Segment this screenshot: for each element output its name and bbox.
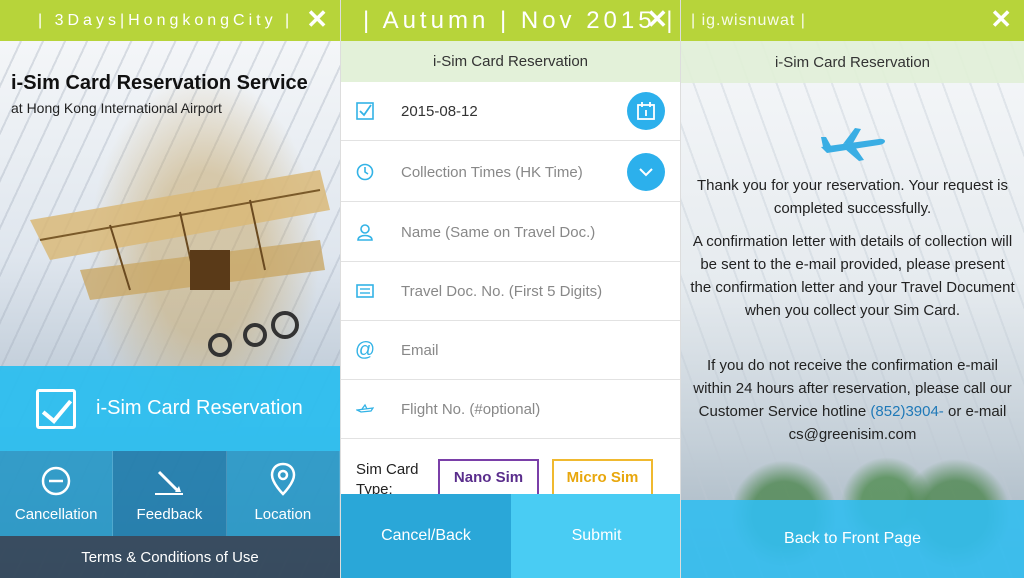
collection-dropdown-button[interactable] bbox=[627, 153, 665, 191]
pencil-icon bbox=[155, 470, 184, 495]
page-subtitle: at Hong Kong International Airport bbox=[11, 100, 222, 116]
calendar-icon bbox=[637, 102, 655, 120]
document-icon bbox=[356, 282, 374, 300]
topbar-caption: | 3Days|HongkongCity | bbox=[38, 11, 294, 29]
home-screen: | 3Days|HongkongCity | ✕ i-Sim Card Rese… bbox=[0, 0, 340, 578]
calendar-button[interactable] bbox=[627, 92, 665, 130]
name-placeholder: Name (Same on Travel Doc.) bbox=[401, 223, 596, 241]
location-button[interactable]: Location bbox=[226, 451, 340, 536]
flight-field[interactable]: Flight No. (#optional) bbox=[341, 380, 680, 439]
topbar-caption: | Autumn | Nov 2015 | bbox=[363, 6, 677, 34]
nano-sim-button[interactable]: Nano Sim bbox=[438, 459, 539, 496]
date-field[interactable]: 2015-08-12 bbox=[341, 82, 680, 141]
airplane-icon bbox=[821, 128, 885, 161]
location-label: Location bbox=[254, 506, 312, 523]
submit-button[interactable]: Submit bbox=[511, 494, 680, 578]
back-to-front-page-button[interactable]: Back to Front Page bbox=[681, 500, 1024, 578]
micro-sim-button[interactable]: Micro Sim bbox=[552, 459, 653, 496]
close-icon[interactable]: ✕ bbox=[306, 4, 328, 34]
collection-time-placeholder: Collection Times (HK Time) bbox=[401, 163, 583, 181]
hotline-link[interactable]: (852)3904- bbox=[870, 403, 943, 420]
feedback-button[interactable]: Feedback bbox=[113, 451, 227, 536]
top-bar: | ig.wisnuwat | ✕ bbox=[681, 0, 1024, 41]
chevron-down-icon bbox=[639, 168, 653, 177]
minus-circle-icon bbox=[41, 466, 71, 496]
at-sign-icon: @ bbox=[354, 338, 376, 361]
cancellation-button[interactable]: Cancellation bbox=[0, 451, 114, 536]
travel-doc-field[interactable]: Travel Doc. No. (First 5 Digits) bbox=[341, 262, 680, 321]
confirmation-screen: | ig.wisnuwat | ✕ i-Sim Card Reservation… bbox=[681, 0, 1024, 578]
checkbox-icon bbox=[36, 388, 76, 429]
page-title: i-Sim Card Reservation Service bbox=[11, 72, 308, 94]
contact-message: If you do not receive the confirmation e… bbox=[689, 354, 1016, 446]
feedback-label: Feedback bbox=[136, 506, 203, 523]
flight-placeholder: Flight No. (#optional) bbox=[401, 400, 541, 418]
top-bar: | Autumn | Nov 2015 | ✕ bbox=[341, 0, 680, 41]
terms-link[interactable]: Terms & Conditions of Use bbox=[0, 536, 340, 578]
app-screens: | 3Days|HongkongCity | ✕ i-Sim Card Rese… bbox=[0, 0, 1024, 578]
reservation-label: i-Sim Card Reservation bbox=[96, 397, 303, 419]
cancel-back-button[interactable]: Cancel/Back bbox=[341, 494, 511, 578]
travel-doc-placeholder: Travel Doc. No. (First 5 Digits) bbox=[401, 282, 603, 300]
confirmation-header: i-Sim Card Reservation bbox=[681, 41, 1024, 83]
form-header: i-Sim Card Reservation bbox=[341, 41, 680, 82]
clock-icon bbox=[356, 163, 374, 181]
vintage-aircraft-illustration bbox=[30, 170, 330, 357]
reservation-button[interactable]: i-Sim Card Reservation bbox=[0, 366, 340, 451]
map-pin-icon bbox=[270, 462, 296, 496]
close-icon[interactable]: ✕ bbox=[990, 4, 1012, 34]
reservation-form-screen: | Autumn | Nov 2015 | ✕ i-Sim Card Reser… bbox=[340, 0, 681, 578]
checkbox-icon bbox=[356, 102, 374, 120]
name-field[interactable]: Name (Same on Travel Doc.) bbox=[341, 203, 680, 262]
confirmation-details-message: A confirmation letter with details of co… bbox=[690, 233, 1015, 319]
email-field[interactable]: @ Email bbox=[341, 321, 680, 380]
top-bar: | 3Days|HongkongCity | ✕ bbox=[0, 0, 340, 41]
action-grid: Cancellation Feedback Location bbox=[0, 451, 340, 536]
collection-time-field[interactable]: Collection Times (HK Time) bbox=[341, 143, 680, 202]
sim-type-row: Sim Card Type: Nano Sim Micro Sim bbox=[341, 442, 680, 498]
cancellation-label: Cancellation bbox=[14, 506, 98, 523]
topbar-caption: | ig.wisnuwat | bbox=[691, 11, 806, 29]
thank-you-message: Thank you for your reservation. Your req… bbox=[696, 177, 1008, 217]
close-icon[interactable]: ✕ bbox=[646, 4, 668, 34]
airplane-icon bbox=[356, 400, 374, 418]
person-icon bbox=[356, 223, 374, 241]
email-placeholder: Email bbox=[401, 341, 439, 359]
date-value: 2015-08-12 bbox=[401, 102, 478, 120]
